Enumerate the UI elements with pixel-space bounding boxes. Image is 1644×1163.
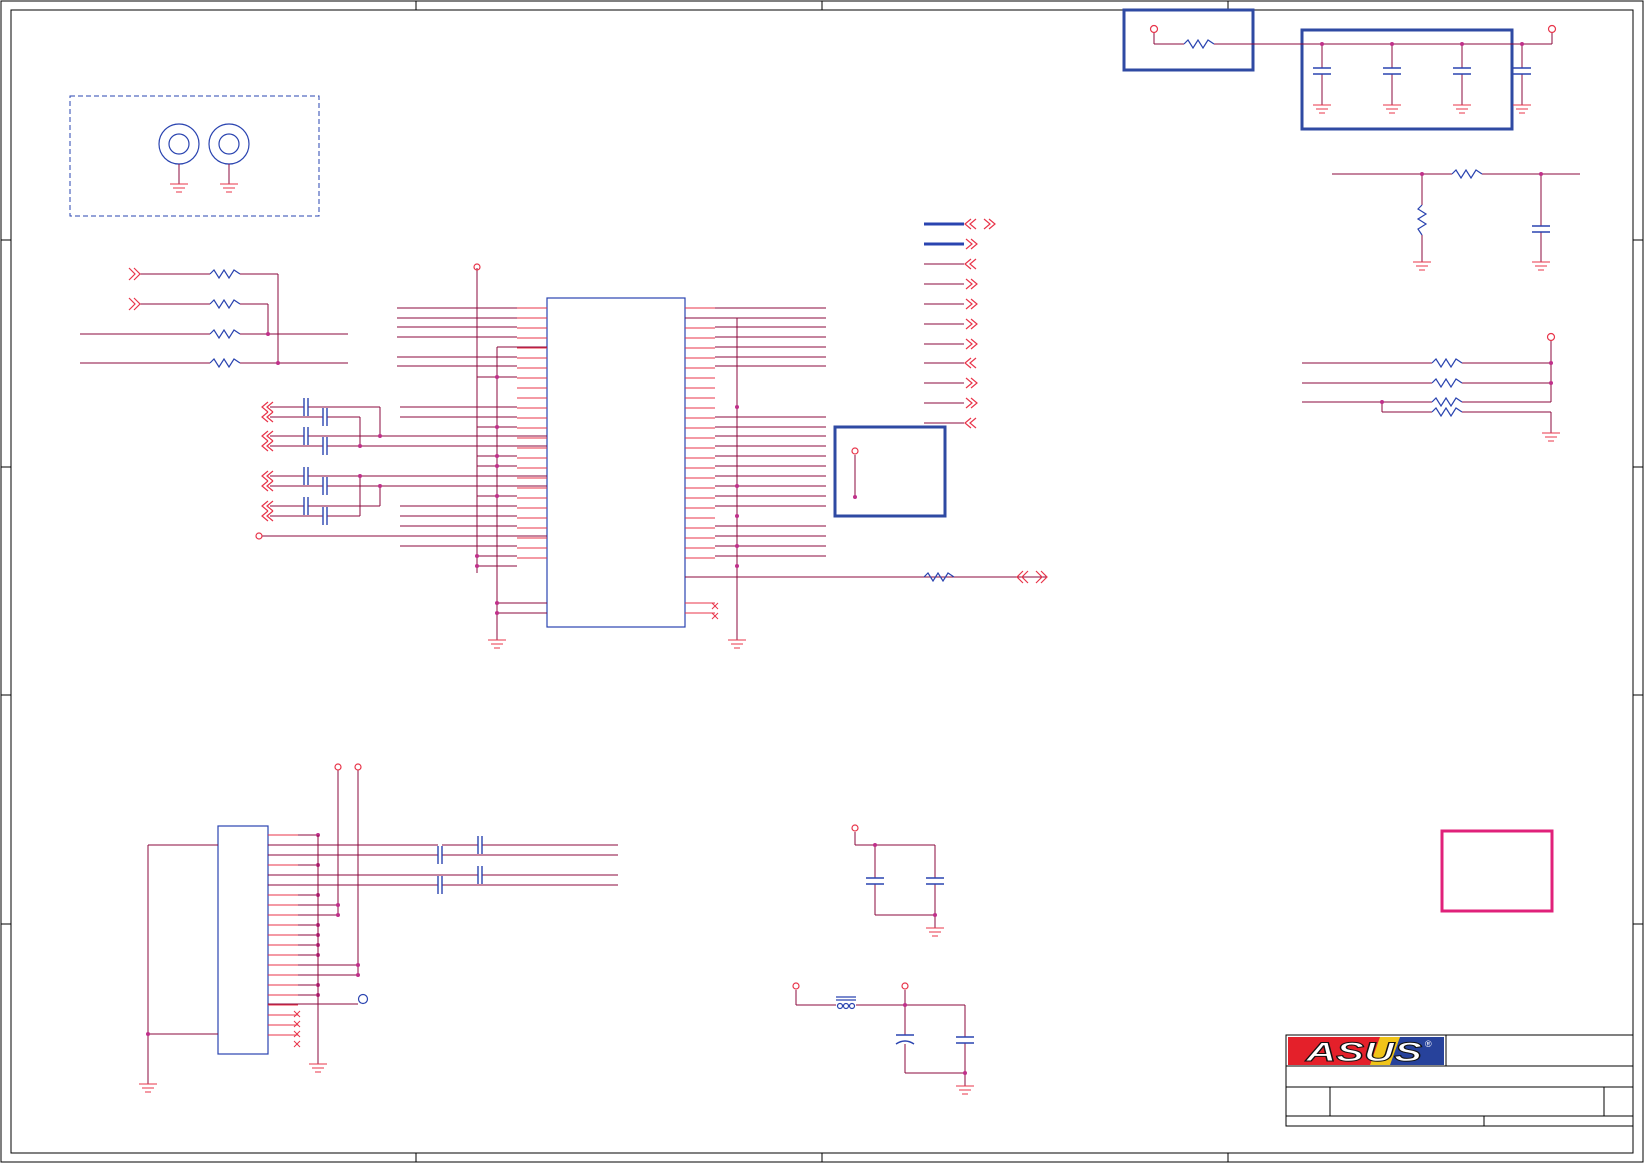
decoupling-block	[851, 824, 944, 937]
coupling-capacitor-block	[255, 398, 547, 540]
capacitor-row	[1313, 67, 1531, 75]
power-port	[851, 447, 859, 455]
offpage-connector	[965, 298, 978, 310]
input-resistor-block	[80, 267, 348, 369]
offpage-arrow	[965, 298, 973, 310]
offpage-arrow	[965, 278, 973, 290]
logo-text: ASUS	[1304, 1037, 1422, 1067]
ic-body	[546, 297, 686, 628]
power-filter-block	[1122, 8, 1557, 131]
power-port	[334, 763, 342, 771]
offpage-connector	[964, 357, 977, 369]
resistor-symbol	[1431, 406, 1463, 418]
junction	[735, 564, 739, 568]
offpage-connector	[965, 338, 978, 350]
offpage-arrow	[969, 218, 977, 230]
offpage-connector	[965, 377, 978, 389]
junction	[495, 464, 499, 468]
offpage-arrow	[965, 397, 973, 409]
offpage-connector	[965, 318, 978, 330]
test-point	[357, 993, 369, 1005]
resistor-symbol	[209, 357, 241, 369]
pullup-box	[833, 425, 947, 518]
junction	[495, 454, 499, 458]
offpage-connector	[964, 218, 996, 230]
offpage-connector	[965, 278, 978, 290]
power-port	[1546, 332, 1556, 342]
mounting-holes-block	[69, 95, 320, 217]
power-port	[1547, 24, 1557, 34]
ground-symbol	[170, 183, 238, 193]
offpage-arrow	[983, 218, 991, 230]
offpage-arrow	[969, 417, 977, 429]
registered-mark: ®	[1425, 1039, 1432, 1049]
offpage-connector	[965, 397, 978, 409]
asus-logo: ASUS ®	[1288, 1037, 1444, 1068]
offpage-signal-list	[924, 218, 996, 429]
junction	[495, 611, 499, 615]
junction	[735, 405, 739, 409]
power-port	[792, 982, 800, 990]
offpage-arrow	[965, 318, 973, 330]
schematic-sheet: ASUS ®	[0, 0, 1644, 1163]
bottom-connector	[139, 763, 618, 1093]
junction	[735, 514, 739, 518]
resistor-symbol	[1183, 38, 1215, 50]
power-port	[901, 982, 909, 990]
note-box	[1440, 829, 1554, 913]
power-port	[1149, 24, 1159, 34]
junction	[495, 494, 499, 498]
connector-body	[217, 825, 269, 1055]
ferrite-filter-block	[792, 982, 974, 1095]
resistor-symbol	[1416, 204, 1428, 236]
offpage-arrow	[969, 357, 977, 369]
main-ic	[397, 263, 1048, 649]
resistor-symbol	[209, 268, 241, 280]
offpage-connector	[965, 238, 978, 250]
sheet-frame	[0, 0, 1644, 1163]
junction	[475, 564, 479, 568]
test-point	[255, 532, 263, 540]
ferrite-bead-symbol	[836, 996, 856, 1010]
resistor-symbol	[1431, 357, 1463, 369]
junction	[475, 554, 479, 558]
title-block: ASUS ®	[1285, 1034, 1634, 1127]
offpage-arrow	[965, 238, 973, 250]
rc-filter-block	[1332, 168, 1580, 271]
offpage-connector	[964, 417, 977, 429]
resistor-symbol	[1431, 377, 1463, 389]
junction	[735, 484, 739, 488]
power-port	[851, 824, 859, 832]
pullup-resistor-block	[1302, 332, 1560, 442]
junction	[735, 544, 739, 548]
resistor-symbol	[209, 328, 241, 340]
offpage-arrow	[969, 258, 977, 270]
offpage-arrow	[965, 377, 973, 389]
offpage-arrow	[965, 338, 973, 350]
junction	[495, 425, 499, 429]
power-port	[354, 763, 362, 771]
junction	[495, 375, 499, 379]
offpage-connector	[261, 401, 274, 522]
offpage-connector	[964, 258, 977, 270]
resistor-symbol	[209, 298, 241, 310]
junction	[495, 601, 499, 605]
offpage-connector	[128, 267, 141, 311]
resistor-symbol	[1431, 396, 1463, 408]
resistor-symbol	[1451, 168, 1483, 180]
